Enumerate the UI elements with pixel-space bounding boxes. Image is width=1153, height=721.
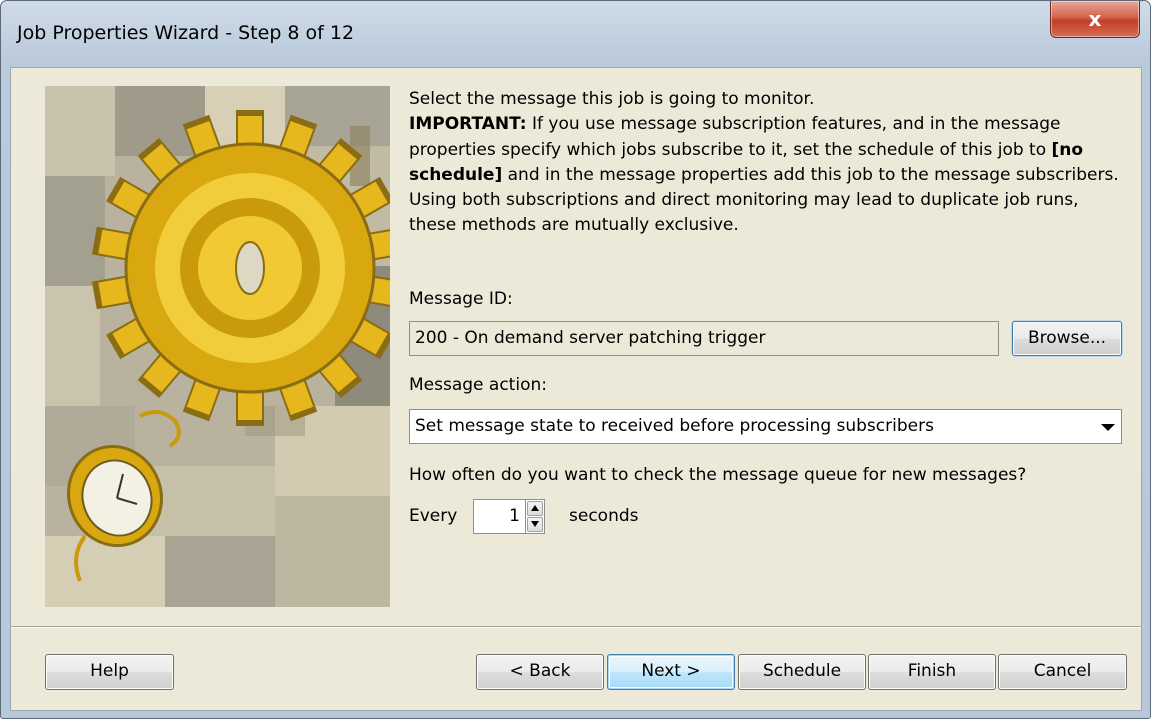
message-action-select[interactable]: Set message state to received before pro… [409,409,1122,444]
spin-down-button[interactable] [527,517,543,532]
spin-up-button[interactable] [527,501,543,516]
back-button[interactable]: < Back [476,654,604,690]
interval-stepper-input[interactable]: 1 [473,499,526,534]
spin-up-icon [531,505,539,511]
finish-button[interactable]: Finish [868,654,996,690]
help-button[interactable]: Help [45,654,174,690]
message-action-value: Set message state to received before pro… [415,416,934,436]
close-button[interactable]: x [1050,1,1140,38]
chevron-down-icon[interactable] [1101,424,1115,431]
interval-stepper [526,499,545,534]
title-bar[interactable]: Job Properties Wizard - Step 8 of 12 x [1,1,1150,67]
wizard-window: Job Properties Wizard - Step 8 of 12 x S… [0,0,1151,719]
close-icon: x [1088,7,1102,31]
schedule-button[interactable]: Schedule [738,654,866,690]
important-text-b: and in the message properties add this j… [409,164,1119,236]
intro-line: Select the message this job is going to … [409,89,815,109]
every-label: Every [409,506,458,526]
important-note: IMPORTANT: If you use message subscripti… [409,112,1131,238]
wizard-body: Select the message this job is going to … [10,67,1142,711]
message-id-field[interactable]: 200 - On demand server patching trigger [409,321,999,356]
spin-down-icon [531,521,539,527]
seconds-label: seconds [569,506,639,526]
intro-text: Select the message this job is going to … [409,87,1131,239]
cancel-button[interactable]: Cancel [998,654,1127,690]
wizard-illustration [45,86,390,607]
browse-button[interactable]: Browse... [1012,321,1122,356]
button-separator [11,626,1141,628]
important-label: IMPORTANT: [409,114,527,135]
check-interval-question: How often do you want to check the messa… [409,465,1027,485]
message-id-label: Message ID: [409,289,513,309]
message-action-label: Message action: [409,375,547,395]
next-button[interactable]: Next > [607,654,735,690]
window-title: Job Properties Wizard - Step 8 of 12 [17,22,355,44]
